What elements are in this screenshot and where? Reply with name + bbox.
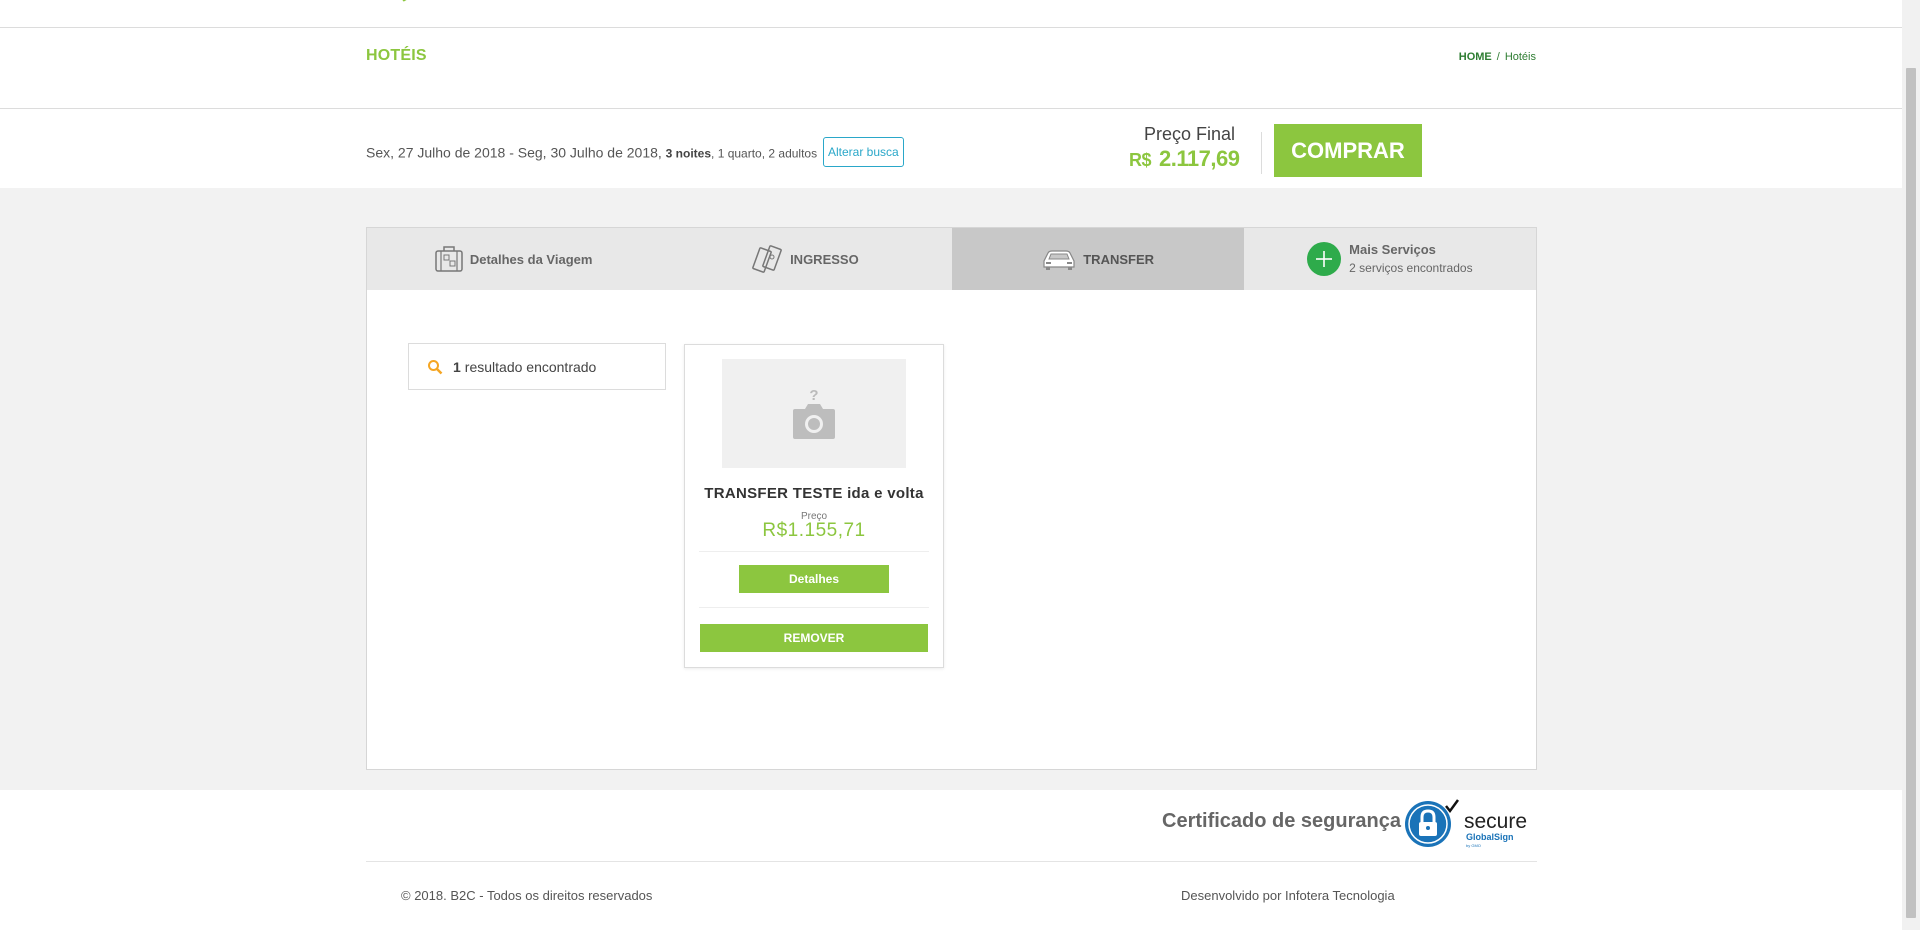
- tab-tickets[interactable]: INGRESSO: [659, 228, 951, 290]
- tab-trip-details-label: Detalhes da Viagem: [469, 251, 593, 267]
- seal-sub-text: by GMO: [1466, 843, 1481, 848]
- final-price-amount: 2.117,69: [1159, 146, 1240, 171]
- final-price-label: Preço Final: [1144, 124, 1236, 144]
- suitcase-icon: [434, 245, 464, 273]
- results-count: 1: [453, 358, 461, 375]
- transfer-card: ? TRANSFER TESTE ida e volta Preço R$1.1…: [684, 344, 944, 668]
- security-certificate-label: Certificado de segurança: [1162, 810, 1401, 832]
- copyright-text: © 2018. B2C - Todos os direitos reservad…: [401, 888, 653, 903]
- tab-more-services-label: Mais Serviços: [1349, 242, 1436, 257]
- plus-circle-icon: [1307, 242, 1342, 276]
- breadcrumb-current[interactable]: Hotéis: [1505, 51, 1536, 63]
- final-price-currency: R$: [1129, 150, 1152, 170]
- change-search-button[interactable]: Alterar busca: [823, 137, 904, 167]
- breadcrumb: HOME / Hotéis: [1459, 51, 1536, 63]
- tab-more-services-text: Mais Serviços 2 serviços encontrados: [1349, 241, 1472, 277]
- breadcrumb-separator: /: [1496, 51, 1500, 63]
- seal-brand-text: GlobalSign: [1466, 832, 1514, 842]
- scrollbar-thumb[interactable]: [1906, 68, 1916, 918]
- tab-tickets-label: INGRESSO: [790, 251, 859, 267]
- tab-trip-details[interactable]: Detalhes da Viagem: [367, 228, 659, 290]
- page-title: HOTÉIS: [366, 47, 427, 64]
- services-panel: Detalhes da Viagem INGRESSO TRANSFER Mai…: [366, 227, 1537, 770]
- summary-rooms-guests: , 1 quarto, 2 adultos: [711, 146, 818, 161]
- price-divider: [1261, 132, 1262, 174]
- transfer-image-placeholder: ?: [722, 359, 906, 468]
- buy-button[interactable]: COMPRAR: [1274, 124, 1422, 177]
- transfer-price: R$1.155,71: [762, 520, 866, 541]
- camera-placeholder-icon: ?: [793, 387, 835, 439]
- svg-text:?: ?: [809, 387, 818, 404]
- results-count-box: 1 resultado encontrado: [408, 343, 666, 390]
- details-button[interactable]: Detalhes: [739, 565, 889, 593]
- developer-credit: Desenvolvido por Infotera Tecnologia: [1181, 888, 1395, 903]
- globalsign-secure-seal[interactable]: secure GlobalSign by GMO: [1404, 798, 1540, 850]
- results-label: resultado encontrado: [464, 358, 597, 375]
- tickets-icon: [752, 243, 784, 275]
- tab-transfer[interactable]: TRANSFER: [951, 228, 1244, 290]
- transfer-name: TRANSFER TESTE ida e volta: [704, 485, 924, 502]
- top-header: [0, 0, 1902, 28]
- search-icon: [428, 359, 443, 374]
- tab-more-services[interactable]: Mais Serviços 2 serviços encontrados: [1244, 228, 1536, 290]
- footer: Certificado de segurança secure GlobalSi…: [0, 790, 1902, 930]
- page-scrollbar[interactable]: [1902, 0, 1920, 930]
- seal-secure-text: secure: [1464, 810, 1527, 833]
- tab-more-services-count: 2 serviços encontrados: [1349, 261, 1473, 275]
- final-price: R$ 2.117,69: [1129, 146, 1240, 172]
- card-divider: [699, 607, 929, 608]
- tab-transfer-label: TRANSFER: [1083, 251, 1155, 267]
- service-tabs: Detalhes da Viagem INGRESSO TRANSFER Mai…: [367, 228, 1536, 290]
- remove-button[interactable]: REMOVER: [700, 624, 928, 652]
- card-divider: [699, 551, 929, 552]
- car-icon: [1041, 247, 1077, 271]
- booking-summary: Sex, 27 Julho de 2018 - Seg, 30 Julho de…: [0, 110, 1902, 188]
- breadcrumb-home-link[interactable]: HOME: [1459, 51, 1492, 63]
- summary-dates: Sex, 27 Julho de 2018 - Seg, 30 Julho de…: [366, 144, 662, 161]
- title-bar: HOTÉIS HOME / Hotéis: [0, 29, 1902, 109]
- logo-icon[interactable]: [398, 0, 412, 4]
- summary-nights: 3 noites: [665, 146, 712, 161]
- search-summary: Sex, 27 Julho de 2018 - Seg, 30 Julho de…: [366, 137, 904, 169]
- footer-divider: [366, 861, 1537, 862]
